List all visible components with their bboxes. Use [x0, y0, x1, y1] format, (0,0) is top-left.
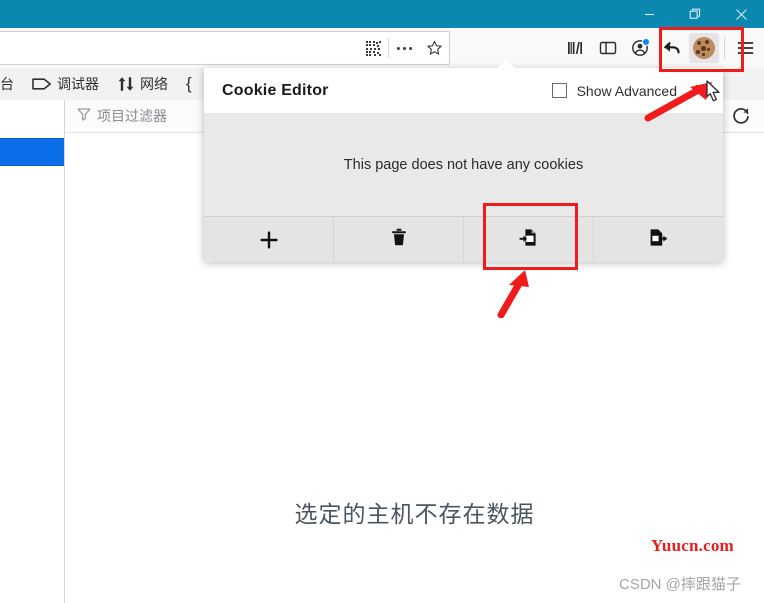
- filter-funnel-icon: [77, 107, 91, 126]
- url-bar[interactable]: [0, 31, 450, 65]
- cookie-icon-highlight: [659, 27, 744, 72]
- export-button[interactable]: [594, 217, 723, 262]
- show-advanced-checkbox[interactable]: [551, 83, 567, 98]
- tab-style-editor[interactable]: {: [177, 68, 201, 100]
- refresh-icon[interactable]: [728, 103, 754, 129]
- page-title: Cookie Editor: [222, 81, 329, 99]
- empty-state-message: 选定的主机不存在数据: [294, 501, 535, 527]
- devtools-storage-sidebar[interactable]: [0, 100, 65, 603]
- add-cookie-button[interactable]: [204, 217, 334, 262]
- tab-style-editor-label: {: [186, 74, 192, 93]
- tab-debugger-label: 调试器: [57, 76, 99, 92]
- window-titlebar: [0, 0, 764, 28]
- tab-network[interactable]: 网络: [108, 68, 177, 100]
- site-watermark: Yuucn.com: [651, 536, 734, 555]
- cookie-editor-body: This page does not have any cookies: [204, 113, 723, 216]
- popup-caret: [496, 60, 516, 69]
- browser-navigation-bar: [0, 28, 764, 69]
- network-arrows-icon: [117, 76, 135, 92]
- restore-button[interactable]: [672, 0, 718, 28]
- minimize-button[interactable]: [626, 0, 672, 28]
- import-button-highlight: [483, 203, 578, 270]
- qr-code-icon[interactable]: [358, 33, 388, 63]
- tab-console-label: 台: [0, 76, 14, 92]
- storage-tree-selected-item[interactable]: [0, 138, 64, 166]
- account-icon[interactable]: [625, 33, 655, 63]
- tab-network-label: 网络: [140, 76, 168, 92]
- sidebar-icon[interactable]: [593, 33, 623, 63]
- cookie-editor-footer: [204, 216, 723, 262]
- mouse-cursor: [706, 80, 720, 102]
- account-notification-badge: [642, 38, 650, 46]
- item-filter-input[interactable]: 项目过滤器: [65, 106, 167, 126]
- author-watermark: CSDN @摔跟猫子: [619, 576, 741, 593]
- item-filter-placeholder: 项目过滤器: [97, 108, 167, 124]
- debugger-tag-icon: [32, 77, 52, 91]
- page-actions-icon[interactable]: [389, 33, 419, 63]
- window-controls: [626, 0, 764, 28]
- close-button[interactable]: [718, 0, 764, 28]
- arrow-to-import-button: [497, 270, 529, 318]
- export-document-icon: [649, 228, 668, 252]
- tab-debugger[interactable]: 调试器: [23, 68, 108, 100]
- trash-icon: [391, 228, 407, 251]
- no-cookies-message: This page does not have any cookies: [343, 156, 584, 173]
- delete-all-button[interactable]: [334, 217, 464, 262]
- tab-console[interactable]: 台: [0, 68, 23, 100]
- bookmark-star-icon[interactable]: [419, 33, 449, 63]
- library-icon[interactable]: [561, 33, 591, 63]
